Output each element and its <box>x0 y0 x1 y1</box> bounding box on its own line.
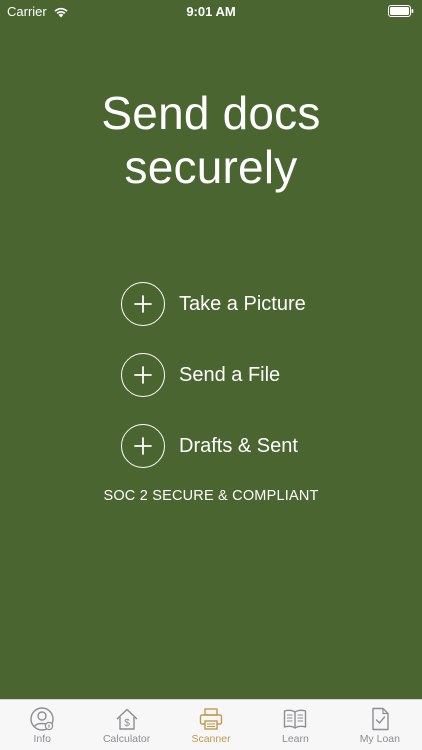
tab-learn-label: Learn <box>281 733 309 745</box>
document-check-icon <box>372 707 389 731</box>
tab-learn[interactable]: Learn <box>253 700 337 750</box>
tab-calculator-label: Calculator <box>102 733 151 745</box>
plus-circle-icon <box>121 424 165 468</box>
scanner-icon <box>199 708 223 730</box>
svg-text:$: $ <box>124 718 130 729</box>
drafts-sent-label: Drafts & Sent <box>179 434 298 457</box>
page-title-line-1: Send docs <box>101 87 321 139</box>
status-time: 9:01 AM <box>186 4 236 19</box>
tab-my-loan-label: My Loan <box>359 733 400 745</box>
page-title: Send docs securely <box>0 86 422 194</box>
plus-circle-icon <box>121 353 165 397</box>
tab-info[interactable]: Info <box>0 700 84 750</box>
house-dollar-icon: $ <box>116 708 138 730</box>
book-icon <box>284 709 307 729</box>
plus-circle-icon <box>121 282 165 326</box>
tab-bar: Info $ Calculator Scanner Learn My Loan <box>0 699 422 750</box>
scanner-screen: Carrier 9:01 AM Send docs securely Take … <box>0 0 422 750</box>
page-title-line-2: securely <box>124 141 298 193</box>
tab-calculator[interactable]: $ Calculator <box>84 700 168 750</box>
status-bar: Carrier 9:01 AM <box>0 0 422 24</box>
send-file-button[interactable]: Send a File <box>121 351 280 399</box>
tab-scanner[interactable]: Scanner <box>169 700 253 750</box>
take-picture-button[interactable]: Take a Picture <box>121 280 306 328</box>
tab-my-loan[interactable]: My Loan <box>338 700 422 750</box>
drafts-sent-button[interactable]: Drafts & Sent <box>121 422 298 470</box>
battery-icon <box>388 5 414 17</box>
take-picture-label: Take a Picture <box>179 292 306 315</box>
tab-info-label: Info <box>33 733 51 745</box>
person-icon <box>30 707 54 731</box>
send-file-label: Send a File <box>179 363 281 386</box>
tab-scanner-label: Scanner <box>191 733 231 745</box>
compliance-text: SOC 2 SECURE & COMPLIANT <box>103 488 319 504</box>
